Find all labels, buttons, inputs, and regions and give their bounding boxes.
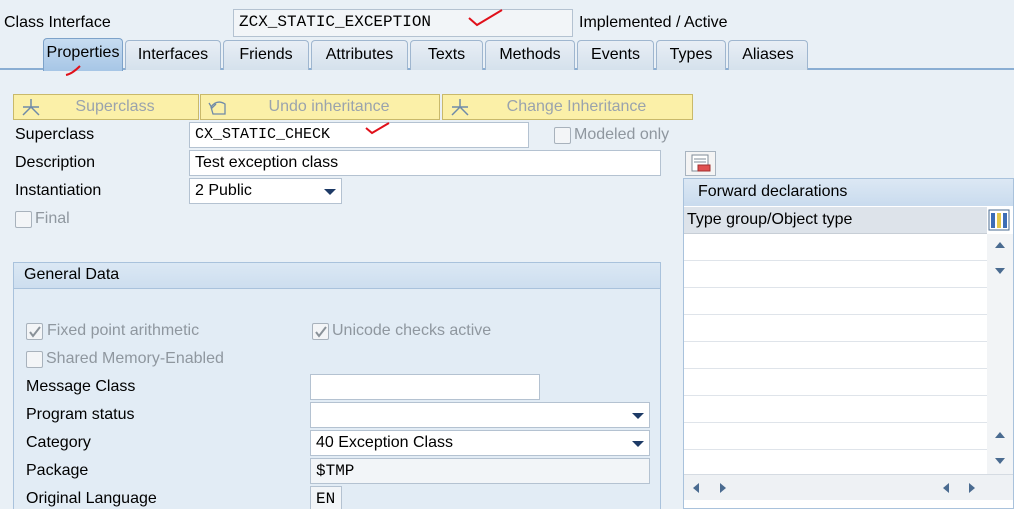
undo-icon — [208, 101, 226, 115]
forward-declarations-panel: Forward declarations Type group/Object t… — [683, 178, 1014, 509]
instantiation-label: Instantiation — [15, 182, 102, 199]
tab-interfaces[interactable]: Interfaces — [125, 40, 221, 70]
class-name-field[interactable]: ZCX_STATIC_EXCEPTION — [233, 9, 573, 37]
type-group-column-header[interactable]: Type group/Object type — [684, 207, 987, 234]
scroll-up-icon[interactable] — [995, 268, 1005, 274]
scroll-right-end-icon[interactable] — [969, 483, 975, 493]
category-value: 40 Exception Class — [316, 434, 453, 451]
table-settings-button[interactable] — [685, 151, 716, 176]
fixed-point-label: Fixed point arithmetic — [47, 322, 200, 339]
scroll-page-down-icon[interactable] — [995, 458, 1005, 464]
grid-row-line — [684, 422, 987, 423]
grid-row-line — [684, 368, 987, 369]
unicode-label: Unicode checks active — [332, 322, 492, 339]
package-label: Package — [26, 462, 89, 479]
checkmark-icon — [315, 326, 327, 338]
horizontal-scrollbar[interactable] — [684, 474, 1013, 500]
forward-declarations-title: Forward declarations — [684, 179, 1013, 206]
scroll-left-end-icon[interactable] — [943, 483, 949, 493]
class-interface-label: Class Interface — [4, 14, 111, 31]
annotation-tab-mark — [65, 65, 81, 76]
superclass-button[interactable]: Superclass — [13, 94, 199, 120]
final-checkbox[interactable] — [15, 211, 32, 228]
description-label: Description — [15, 154, 96, 171]
tab-strip: Properties Interfaces Friends Attributes… — [0, 38, 1014, 71]
grid-row-line — [684, 314, 987, 315]
category-label: Category — [26, 434, 91, 451]
scroll-page-up-icon[interactable] — [995, 242, 1005, 248]
grid-row-line — [684, 341, 987, 342]
program-status-label: Program status — [26, 406, 135, 423]
tab-types[interactable]: Types — [656, 40, 726, 70]
column-config-icon[interactable] — [988, 209, 1010, 231]
change-inheritance-button[interactable]: Change Inheritance — [442, 94, 693, 120]
layout-icon — [691, 154, 711, 172]
tab-friends[interactable]: Friends — [223, 40, 309, 70]
unicode-checkbox[interactable] — [312, 323, 329, 340]
original-language-label: Original Language — [26, 490, 157, 507]
general-data-group: General Data Fixed point arithmetic Unic… — [13, 262, 661, 509]
shared-memory-label: Shared Memory-Enabled — [46, 350, 224, 367]
checkmark-icon — [29, 326, 41, 338]
package-field[interactable]: $TMP — [310, 458, 650, 484]
chevron-down-icon — [632, 413, 644, 419]
tab-aliases[interactable]: Aliases — [728, 40, 808, 70]
vertical-scrollbar[interactable] — [987, 234, 1013, 474]
chevron-down-icon — [324, 189, 336, 195]
modeled-only-checkbox[interactable] — [554, 127, 571, 144]
scroll-left-icon[interactable] — [693, 483, 699, 493]
message-class-label: Message Class — [26, 378, 136, 395]
tab-methods[interactable]: Methods — [485, 40, 575, 70]
change-inheritance-label: Change Inheritance — [506, 98, 647, 115]
inherit-icon — [22, 99, 40, 116]
tab-events[interactable]: Events — [577, 40, 654, 70]
tab-attributes[interactable]: Attributes — [311, 40, 408, 70]
description-field[interactable]: Test exception class — [189, 150, 661, 176]
fixed-point-checkbox[interactable] — [26, 323, 43, 340]
undo-inheritance-label: Undo inheritance — [268, 98, 390, 115]
chevron-down-icon — [632, 441, 644, 447]
final-label: Final — [35, 210, 70, 227]
tab-texts[interactable]: Texts — [410, 40, 483, 70]
grid-row-line — [684, 260, 987, 261]
grid-row-line — [684, 449, 987, 450]
general-data-title: General Data — [14, 263, 660, 289]
original-language-field[interactable]: EN — [310, 486, 342, 509]
scroll-down-icon[interactable] — [995, 432, 1005, 438]
grid-row-line — [684, 395, 987, 396]
instantiation-select[interactable]: 2 Public — [189, 178, 342, 204]
category-select[interactable]: 40 Exception Class — [310, 430, 650, 456]
message-class-field[interactable] — [310, 374, 540, 400]
status-text: Implemented / Active — [579, 14, 728, 31]
superclass-button-label: Superclass — [75, 98, 155, 115]
annotation-checkmark — [468, 9, 503, 27]
instantiation-value: 2 Public — [195, 182, 252, 199]
undo-inheritance-button[interactable]: Undo inheritance — [200, 94, 440, 120]
modeled-only-label: Modeled only — [574, 126, 670, 143]
superclass-field[interactable]: CX_STATIC_CHECK — [189, 122, 529, 148]
shared-memory-checkbox[interactable] — [26, 351, 43, 368]
grid-row-line — [684, 287, 987, 288]
change-inherit-icon — [451, 99, 469, 116]
program-status-select[interactable] — [310, 402, 650, 428]
superclass-label: Superclass — [15, 126, 95, 143]
scroll-right-icon[interactable] — [720, 483, 726, 493]
annotation-superclass-mark — [365, 122, 390, 135]
